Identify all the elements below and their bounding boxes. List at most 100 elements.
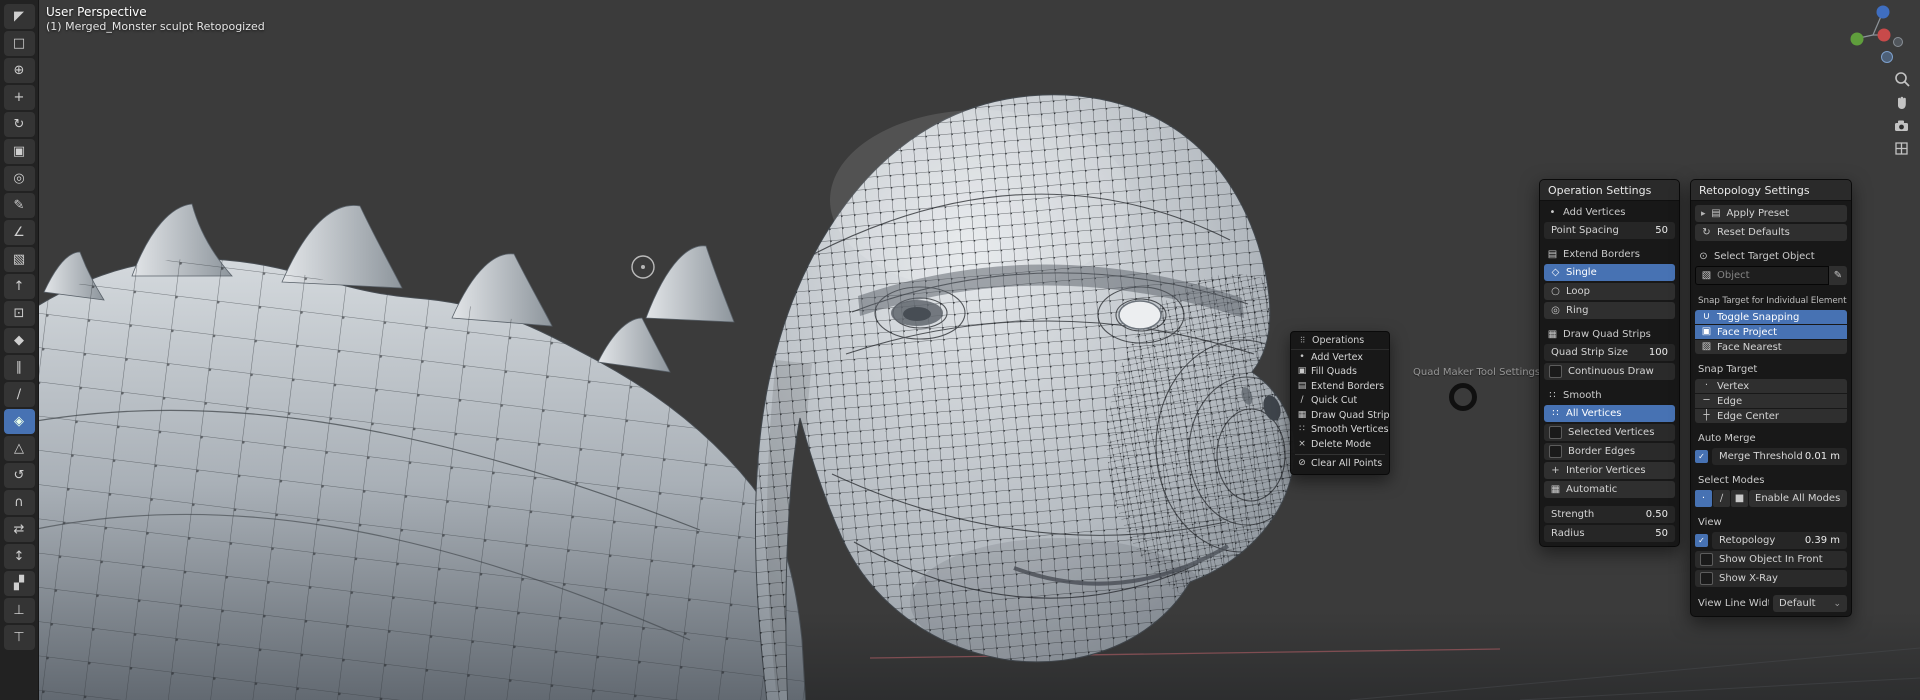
checkbox[interactable] xyxy=(1549,365,1562,378)
label: Interior Vertices xyxy=(1566,465,1646,476)
label: Smooth xyxy=(1563,390,1602,401)
field-strength[interactable]: Strength0.50 xyxy=(1544,506,1675,523)
checkbox[interactable] xyxy=(1549,426,1562,439)
quick-cut-icon: ∕ xyxy=(1297,396,1307,405)
toolbar: ◤ □⊕+↻▣◎✎∠▧↑ ⊡ ◆∥ ∕ ◈△↺∩⇄↕▞⊥⊤ xyxy=(0,0,39,700)
tool-rip-region-button[interactable]: ⊥ xyxy=(4,598,35,623)
button-apply-preset[interactable]: ▸▤Apply Preset xyxy=(1695,205,1847,222)
menu-item-extend-borders[interactable]: ▤Extend Borders xyxy=(1291,379,1389,394)
object-placeholder: Object xyxy=(1717,270,1750,281)
mesh-display-button[interactable] xyxy=(1892,139,1912,159)
axis-x-ball[interactable] xyxy=(1878,29,1891,42)
menu-item-smooth-vertices[interactable]: ∷Smooth Vertices xyxy=(1291,423,1389,438)
section-label-snap-target-for-individual-elements: Snap Target for Individual Elements xyxy=(1695,293,1847,308)
edge-mode-button[interactable]: ∕ xyxy=(1713,490,1730,507)
checkbox[interactable] xyxy=(1700,572,1713,585)
tool-shear-button[interactable]: ▞ xyxy=(4,571,35,596)
checkbox-row-selected-vertices[interactable]: Selected Vertices xyxy=(1544,424,1675,441)
tool-quad-maker-button[interactable]: ◈ xyxy=(4,409,35,434)
tool-inset-button[interactable]: ⊡ xyxy=(4,301,35,326)
checkbox[interactable] xyxy=(1549,445,1562,458)
button-all-vertices[interactable]: ∷All Vertices xyxy=(1544,405,1675,422)
tool-rotate-button[interactable]: ↻ xyxy=(4,112,35,137)
operations-menu-header[interactable]: ⠿ Operations xyxy=(1291,332,1389,350)
button-single[interactable]: ◇Single xyxy=(1544,264,1675,281)
button-edge[interactable]: ─Edge xyxy=(1695,394,1847,408)
tool-loop-cut-button[interactable]: ∥ xyxy=(4,355,35,380)
button-vertex[interactable]: ·Vertex xyxy=(1695,379,1847,393)
checkbox-row-continuous-draw[interactable]: Continuous Draw xyxy=(1544,363,1675,380)
menu-item-quick-cut[interactable]: ∕Quick Cut xyxy=(1291,394,1389,409)
navigation-gizmo[interactable] xyxy=(1846,2,1910,66)
tool-bevel-button[interactable]: ◆ xyxy=(4,328,35,353)
button-ring[interactable]: ◎Ring xyxy=(1544,302,1675,319)
extend-borders-icon: ▤ xyxy=(1297,382,1307,391)
tool-edge-slide-button[interactable]: ⇄ xyxy=(4,517,35,542)
checkbox[interactable] xyxy=(1700,553,1713,566)
button-toggle-snapping[interactable]: ∪Toggle Snapping xyxy=(1695,310,1847,324)
pan-button[interactable] xyxy=(1892,93,1912,113)
button-edge-center[interactable]: ┼Edge Center xyxy=(1695,409,1847,423)
field-quad-strip-size[interactable]: Quad Strip Size100 xyxy=(1544,344,1675,361)
tool-add-cube-button[interactable]: ▧ xyxy=(4,247,35,272)
tool-move-button[interactable]: + xyxy=(4,85,35,110)
button-reset-defaults[interactable]: ↻Reset Defaults xyxy=(1695,224,1847,241)
button-face-nearest[interactable]: ▨Face Nearest xyxy=(1695,340,1847,354)
vertex-mode-button[interactable]: · xyxy=(1695,490,1712,507)
menu-item-label: Fill Quads xyxy=(1311,366,1357,377)
tool-extrude-button[interactable]: ↑ xyxy=(4,274,35,299)
menu-item-draw-quad-strip[interactable]: ▦Draw Quad Strip xyxy=(1291,408,1389,423)
menu-item-clear-all-points[interactable]: ⊘Clear All Points xyxy=(1291,457,1389,472)
tweak-icon: ◤ xyxy=(14,10,24,23)
label: Show Object In Front xyxy=(1719,554,1823,565)
tool-cursor-button[interactable]: ⊕ xyxy=(4,58,35,83)
label: Vertex xyxy=(1717,381,1749,392)
tool-spin-button[interactable]: ↺ xyxy=(4,463,35,488)
axis-z-neg-ball[interactable] xyxy=(1882,52,1893,63)
tool-scale-button[interactable]: ▣ xyxy=(4,139,35,164)
tool-rip-edge-button[interactable]: ⊤ xyxy=(4,625,35,650)
zoom-button[interactable] xyxy=(1892,70,1912,90)
button-face-project[interactable]: ▣Face Project xyxy=(1695,325,1847,339)
field-value: 0.39 m xyxy=(1805,535,1840,546)
field-merge-threshold[interactable]: Merge Threshold0.01 m xyxy=(1712,448,1847,465)
label: Retopology xyxy=(1719,535,1775,546)
tool-smooth-button[interactable]: ∩ xyxy=(4,490,35,515)
button-loop[interactable]: ○Loop xyxy=(1544,283,1675,300)
object-field[interactable]: ▧Object xyxy=(1695,266,1829,285)
field-point-spacing[interactable]: Point Spacing50 xyxy=(1544,222,1675,239)
inset-icon: ⊡ xyxy=(14,307,25,320)
camera-view-button[interactable] xyxy=(1892,116,1912,136)
field-retopology[interactable]: Retopology 0.39 m xyxy=(1712,532,1847,549)
tool-knife-button[interactable]: ∕ xyxy=(4,382,35,407)
button-automatic[interactable]: ▦Automatic xyxy=(1544,481,1675,498)
axis-z-ball[interactable] xyxy=(1877,6,1890,19)
face-mode-button[interactable]: ■ xyxy=(1731,490,1748,507)
menu-item-delete-mode[interactable]: ×Delete Mode xyxy=(1291,437,1389,452)
checkbox-row-show-object-in-front[interactable]: Show Object In Front xyxy=(1695,551,1847,568)
tool-measure-button[interactable]: ∠ xyxy=(4,220,35,245)
knife-icon: ∕ xyxy=(17,388,21,401)
retopology-settings-header[interactable]: Retopology Settings xyxy=(1691,180,1851,201)
button-enable-all-modes[interactable]: Enable All Modes xyxy=(1749,490,1847,507)
eyedropper-button[interactable]: ✎ xyxy=(1829,266,1847,285)
checkbox[interactable]: ✓ xyxy=(1695,534,1708,547)
button-interior-vertices[interactable]: +Interior Vertices xyxy=(1544,462,1675,479)
axis-neg-ball[interactable] xyxy=(1894,38,1903,47)
tool-select-box-button[interactable]: □ xyxy=(4,31,35,56)
tool-annotate-button[interactable]: ✎ xyxy=(4,193,35,218)
tool-transform-button[interactable]: ◎ xyxy=(4,166,35,191)
operation-settings-header[interactable]: Operation Settings xyxy=(1540,180,1679,201)
tool-poly-build-button[interactable]: △ xyxy=(4,436,35,461)
label: Reset Defaults xyxy=(1717,227,1790,238)
tool-tweak-button[interactable]: ◤ xyxy=(4,4,35,29)
tool-shrink-flatten-button[interactable]: ↕ xyxy=(4,544,35,569)
field-radius[interactable]: Radius50 xyxy=(1544,525,1675,542)
menu-item-fill-quads[interactable]: ▣Fill Quads xyxy=(1291,365,1389,380)
checkbox[interactable]: ✓ xyxy=(1695,450,1708,463)
checkbox-row-border-edges[interactable]: Border Edges xyxy=(1544,443,1675,460)
axis-y-ball[interactable] xyxy=(1851,33,1864,46)
checkbox-row-show-x-ray[interactable]: Show X-Ray xyxy=(1695,570,1847,587)
menu-item-add-vertex[interactable]: •Add Vertex xyxy=(1291,350,1389,365)
dropdown-view-line-width[interactable]: Default⌄ xyxy=(1773,595,1847,612)
